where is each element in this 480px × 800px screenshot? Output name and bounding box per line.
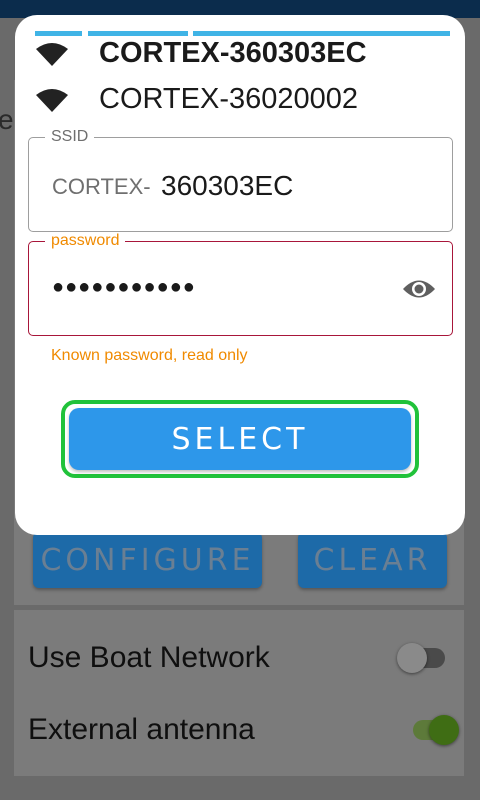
select-button[interactable]: SELECT: [69, 408, 411, 470]
ssid-input[interactable]: 360303EC: [161, 170, 293, 202]
boat-network-toggle[interactable]: [397, 638, 445, 678]
clear-button[interactable]: CLEAR: [298, 532, 447, 588]
password-helper-text: Known password, read only: [51, 347, 248, 364]
ssid-field[interactable]: SSID CORTEX- 360303EC: [28, 128, 453, 232]
password-input[interactable]: ●●●●●●●●●●●: [52, 276, 196, 299]
network-name: CORTEX-360303EC: [99, 37, 367, 69]
network-list-item[interactable]: CORTEX-360303EC: [15, 31, 465, 77]
configure-button[interactable]: CONFIGURE: [33, 532, 262, 588]
password-field[interactable]: password ●●●●●●●●●●●: [28, 232, 453, 336]
external-antenna-toggle[interactable]: [409, 710, 459, 750]
settings-panel: Use Boat Network External antenna: [14, 610, 464, 776]
select-button-highlight: SELECT: [61, 400, 419, 478]
setting-label: External antenna: [28, 713, 255, 746]
password-label: password: [45, 232, 126, 250]
setting-row-boat-network: Use Boat Network: [14, 628, 464, 688]
eye-icon[interactable]: [402, 276, 436, 302]
network-list-item[interactable]: CORTEX-36020002: [15, 77, 465, 123]
network-name: CORTEX-36020002: [99, 83, 359, 115]
setting-label: Use Boat Network: [28, 641, 270, 674]
wifi-icon: [36, 89, 68, 112]
wifi-icon: [36, 43, 68, 66]
ssid-prefix: CORTEX-: [52, 174, 151, 199]
network-select-dialog: CORTEX-360303EC CORTEX-36020002 SSID COR…: [15, 15, 465, 535]
setting-row-external-antenna: External antenna: [14, 700, 464, 760]
ssid-label: SSID: [45, 128, 95, 146]
